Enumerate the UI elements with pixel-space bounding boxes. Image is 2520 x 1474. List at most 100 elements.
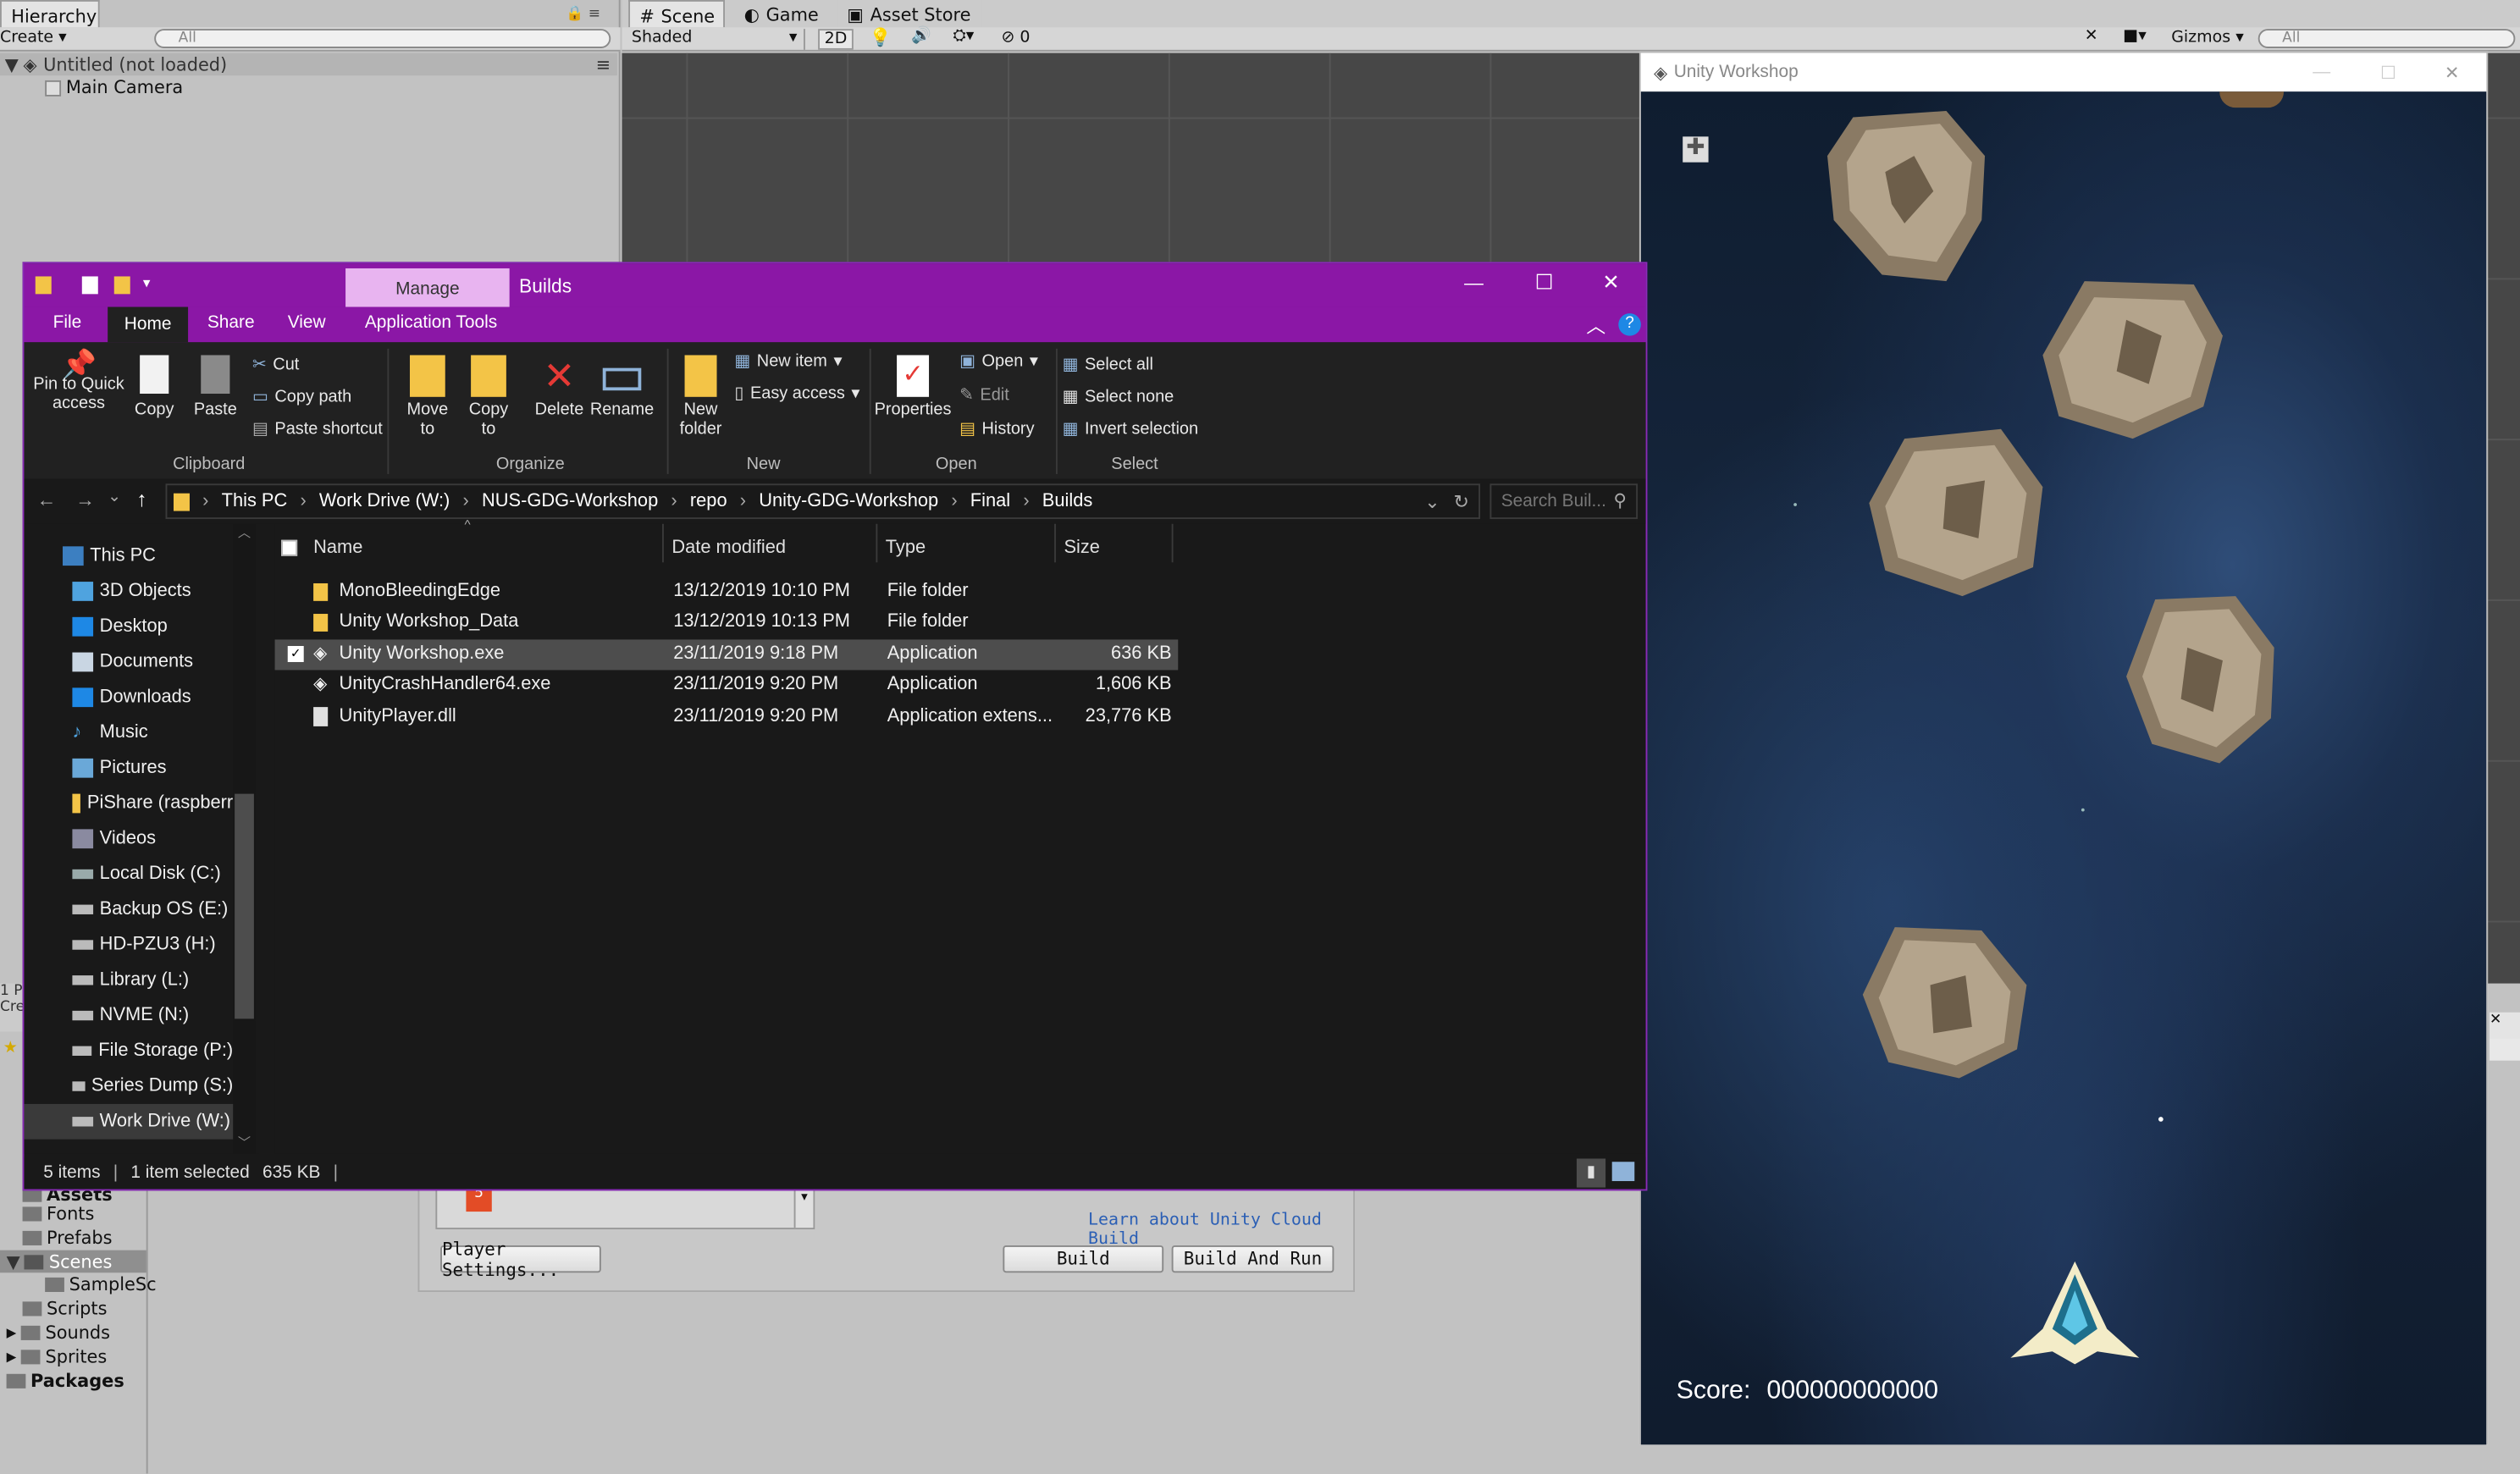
nav-item-nvme-n[interactable]: NVME (N:) xyxy=(24,998,233,1034)
tab-home[interactable]: Home xyxy=(108,306,189,343)
tab-file[interactable]: File xyxy=(53,313,82,333)
file-row[interactable]: ◈ UnityCrashHandler64.exe 23/11/2019 9:2… xyxy=(275,670,1179,700)
project-folder[interactable]: ▶ Sounds xyxy=(7,1322,110,1344)
customize-icon[interactable]: ▾ xyxy=(143,275,151,293)
project-folder[interactable]: Fonts xyxy=(22,1204,95,1224)
nav-item-desktop[interactable]: Desktop xyxy=(24,609,233,644)
breadcrumb-item[interactable]: This PC xyxy=(222,492,288,511)
properties-icon[interactable] xyxy=(81,276,98,295)
row-checkbox[interactable]: ✓ xyxy=(287,645,304,662)
project-folder-selected[interactable]: ▼ Scenes xyxy=(0,1250,146,1273)
history-button[interactable]: ▤ History xyxy=(959,419,1034,439)
nav-item-pictures[interactable]: Pictures xyxy=(24,750,233,786)
camera-icon[interactable]: ■▾ xyxy=(2123,27,2146,45)
back-icon[interactable]: ← xyxy=(37,489,57,511)
file-row-selected[interactable]: ✓ ◈ Unity Workshop.exe 23/11/2019 9:18 P… xyxy=(274,639,1179,671)
new-folder-button[interactable]: New folder xyxy=(670,355,731,439)
nav-item-series-dump-s[interactable]: Series Dump (S:) xyxy=(24,1068,233,1104)
tab-hierarchy[interactable]: Hierarchy xyxy=(0,0,100,28)
expand-arrow-icon[interactable]: ▶ xyxy=(7,1350,17,1364)
address-dropdown-icon[interactable]: ⌄ xyxy=(1424,490,1440,513)
expand-arrow-icon[interactable]: ▼ xyxy=(7,1251,20,1272)
scrollbar-thumb[interactable] xyxy=(235,793,254,1019)
pin-quick-access-button[interactable]: 📌 Pin to Quick access xyxy=(30,351,127,413)
build-button[interactable]: Build xyxy=(1003,1245,1164,1273)
expand-arrow-icon[interactable]: ▼ xyxy=(5,54,19,75)
address-bar[interactable]: › This PC › Work Drive (W:) › NUS-GDG-Work… xyxy=(165,483,1481,520)
copy-to-button[interactable]: Copy to xyxy=(461,355,517,439)
audio-icon[interactable]: 🔊 xyxy=(911,27,931,45)
rename-button[interactable]: Rename xyxy=(590,355,655,419)
nav-item-local-disk-c[interactable]: Local Disk (C:) xyxy=(24,857,233,892)
minimize-icon[interactable]: — xyxy=(1464,272,1484,295)
lighting-icon[interactable]: 💡 xyxy=(870,27,892,48)
mode-2d-toggle[interactable]: 2D xyxy=(818,29,854,50)
breadcrumb-item[interactable]: Builds xyxy=(1042,492,1092,511)
easy-access-button[interactable]: ▯ Easy access ▾ xyxy=(734,384,859,404)
file-row[interactable]: Unity Workshop_Data 13/12/2019 10:13 PM … xyxy=(275,607,1179,638)
nav-item-work-drive-w[interactable]: Work Drive (W:) xyxy=(24,1103,234,1140)
hidden-objects-toggle[interactable]: ⊘ 0 xyxy=(1001,29,1030,47)
column-header-name[interactable]: Name xyxy=(313,538,362,558)
paste-button[interactable]: Paste xyxy=(191,355,240,419)
tools-icon[interactable]: ✕ xyxy=(2085,27,2098,45)
nav-item-this-pc[interactable]: This PC xyxy=(24,538,233,574)
effects-icon[interactable]: ⛭▾ xyxy=(953,27,975,45)
shading-dropdown[interactable]: Shaded ▾ xyxy=(632,29,805,50)
refresh-icon[interactable]: ↻ xyxy=(1453,490,1468,513)
details-view-icon[interactable]: ▮ xyxy=(1576,1158,1606,1188)
minimize-icon[interactable]: — xyxy=(2313,63,2330,82)
tab-application-tools[interactable]: Application Tools xyxy=(365,313,497,333)
file-row[interactable]: UnityPlayer.dll 23/11/2019 9:20 PM Appli… xyxy=(275,702,1179,732)
breadcrumb-item[interactable]: Work Drive (W:) xyxy=(319,492,450,511)
maximize-icon[interactable]: ☐ xyxy=(2380,62,2396,83)
forward-icon[interactable]: → xyxy=(75,489,95,511)
up-icon[interactable]: ↑ xyxy=(136,487,146,511)
project-folder[interactable]: Prefabs xyxy=(22,1228,113,1249)
column-header-size[interactable]: Size xyxy=(1064,538,1099,558)
maximize-icon[interactable]: ☐ xyxy=(1535,270,1554,295)
delete-button[interactable]: ✕ Delete xyxy=(532,355,587,419)
nav-item-documents[interactable]: Documents xyxy=(24,644,233,680)
panel-menu-icon[interactable]: 🔒 ≡ xyxy=(566,7,600,23)
scene-menu-icon[interactable]: ≡ xyxy=(596,54,611,75)
nav-scrollbar[interactable]: ︿ ﹀ xyxy=(233,523,256,1154)
close-icon[interactable]: ✕ xyxy=(1602,270,1620,295)
project-folder[interactable]: ▶ Sprites xyxy=(7,1347,108,1368)
player-settings-button[interactable]: Player Settings... xyxy=(440,1238,601,1280)
invert-selection-button[interactable]: ▦ Invert selection xyxy=(1063,419,1198,439)
column-header-date[interactable]: Date modified xyxy=(671,538,786,558)
project-folder[interactable]: Packages xyxy=(6,1371,124,1392)
properties-button[interactable]: ✓ Properties xyxy=(873,355,953,419)
close-icon[interactable]: ✕ xyxy=(2445,62,2459,83)
copy-button[interactable]: Copy xyxy=(130,355,179,419)
nav-item-library-l[interactable]: Library (L:) xyxy=(24,963,233,998)
cloud-build-link[interactable]: Learn about Unity Cloud Build xyxy=(1088,1210,1353,1249)
large-icons-view-icon[interactable] xyxy=(1611,1162,1635,1182)
paste-shortcut-button[interactable]: ▤ Paste shortcut xyxy=(252,419,383,439)
copy-path-button[interactable]: ▭ Copy path xyxy=(252,387,351,406)
breadcrumb-item[interactable]: NUS-GDG-Workshop xyxy=(482,492,658,511)
project-folder[interactable]: Scripts xyxy=(22,1299,108,1319)
scene-row[interactable]: ▼ ◈ Untitled (not loaded) ≡ xyxy=(0,52,617,76)
tab-scene[interactable]: # Scene xyxy=(628,0,725,28)
create-dropdown[interactable]: Create ▾ xyxy=(0,29,67,47)
tab-asset-store[interactable]: ▣ Asset Store xyxy=(837,0,982,28)
nav-item-file-storage-p[interactable]: File Storage (P:) xyxy=(24,1033,233,1068)
nav-item-music[interactable]: ♪ Music xyxy=(24,715,233,751)
breadcrumb-item[interactable]: Unity-GDG-Workshop xyxy=(759,492,938,511)
open-button[interactable]: ▣ Open ▾ xyxy=(959,352,1038,372)
breadcrumb-item[interactable]: repo xyxy=(690,492,727,511)
select-none-button[interactable]: ▦ Select none xyxy=(1063,387,1174,406)
nav-item-downloads[interactable]: Downloads xyxy=(24,680,233,715)
cut-button[interactable]: ✂ Cut xyxy=(252,355,299,374)
breadcrumb-item[interactable]: Final xyxy=(970,492,1010,511)
project-folder[interactable]: SampleSc xyxy=(45,1274,157,1295)
scene-search-input[interactable]: All xyxy=(2258,29,2516,48)
list-scrollbar[interactable]: ▾ xyxy=(793,1189,814,1228)
explorer-titlebar[interactable]: ▾ Manage Builds — ☐ ✕ xyxy=(24,263,1646,307)
move-to-button[interactable]: Move to xyxy=(401,355,456,439)
tab-manage[interactable]: Manage xyxy=(345,268,510,307)
collapse-ribbon-icon[interactable]: ︿ xyxy=(1586,312,1605,339)
tab-game[interactable]: ◐ Game xyxy=(734,0,837,28)
